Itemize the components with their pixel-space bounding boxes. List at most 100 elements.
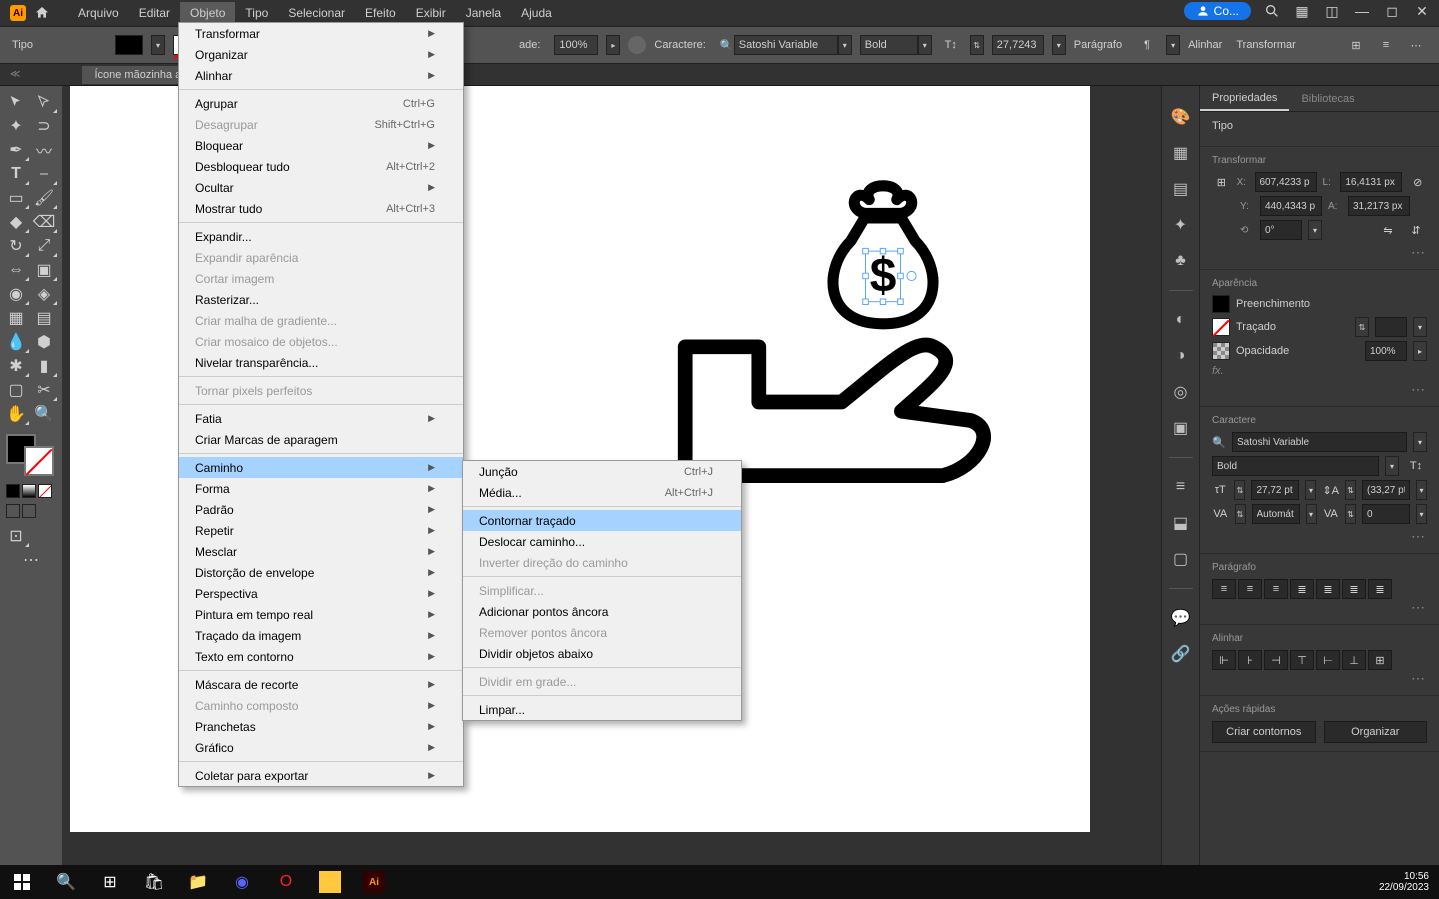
align-v-middle[interactable]: ⊢ (1316, 650, 1340, 670)
transparency-panel-icon[interactable]: ◑ (1170, 345, 1192, 367)
paragrafo-more[interactable]: ⋯ (1212, 599, 1427, 616)
align-h-center[interactable]: ⊦ (1238, 650, 1262, 670)
graphic-styles-icon[interactable]: ▣ (1170, 417, 1192, 439)
artboards-panel-icon[interactable]: ▢ (1170, 548, 1192, 570)
clock[interactable]: 10:56 22/09/2023 (1379, 871, 1437, 893)
asset-export-icon[interactable]: ⬓ (1170, 512, 1192, 534)
menu-item-alinhar[interactable]: Alinhar▶ (179, 65, 463, 86)
close-button[interactable]: ✕ (1413, 2, 1431, 20)
gradient-tool[interactable]: ▤ (30, 306, 58, 330)
menu-item-criar-marcas-de-aparagem[interactable]: Criar Marcas de aparagem (179, 429, 463, 450)
char-size-input[interactable] (1251, 480, 1299, 500)
menu-item-coletar-para-exportar[interactable]: Coletar para exportar▶ (179, 765, 463, 786)
shape-builder-tool[interactable]: ◉ (2, 282, 30, 306)
menu-item-expandir[interactable]: Expandir... (179, 226, 463, 247)
mesh-tool[interactable]: ▦ (2, 306, 30, 330)
link-wh-icon[interactable]: ⊘ (1408, 172, 1427, 192)
menu-item-pranchetas[interactable]: Pranchetas▶ (179, 716, 463, 737)
angle-dropdown[interactable]: ▾ (1308, 220, 1322, 240)
minimize-button[interactable]: — (1353, 2, 1371, 20)
font-weight-dropdown[interactable]: ▾ (918, 35, 932, 55)
menu-item-gr-fico[interactable]: Gráfico▶ (179, 737, 463, 758)
appearance-panel-icon[interactable]: ◎ (1170, 381, 1192, 403)
menu-item-desbloquear-tudo[interactable]: Desbloquear tudoAlt+Ctrl+2 (179, 156, 463, 177)
color-mode-solid[interactable] (6, 484, 20, 498)
zoom-tool[interactable]: 🔍 (30, 402, 58, 426)
selection-tool[interactable] (2, 90, 30, 114)
paragraph-dropdown[interactable]: ▾ (1166, 35, 1180, 55)
justify-left[interactable]: ≣ (1290, 579, 1314, 599)
symbols-panel-icon[interactable]: ✦ (1170, 214, 1192, 236)
gradient-panel-icon[interactable]: ◐ (1170, 309, 1192, 331)
y-input[interactable] (1260, 196, 1322, 216)
column-graph-tool[interactable]: ▮ (30, 354, 58, 378)
symbol-sprayer-tool[interactable]: ✱ (2, 354, 30, 378)
menu-item-caminho[interactable]: Caminho▶ (179, 457, 463, 478)
more-icon[interactable]: ⋯ (1405, 35, 1427, 55)
blend-tool[interactable]: ⬢ (30, 330, 58, 354)
draw-mode-behind[interactable] (22, 504, 36, 518)
home-icon[interactable] (34, 5, 50, 21)
search-icon[interactable] (1263, 2, 1281, 20)
menu-item-distor-o-de-envelope[interactable]: Distorção de envelope▶ (179, 562, 463, 583)
perspective-tool[interactable]: ◈ (30, 282, 58, 306)
brushes-panel-icon[interactable]: ▤ (1170, 178, 1192, 200)
flip-v-icon[interactable]: ⇵ (1405, 220, 1427, 240)
char-size-stepper[interactable]: ⇅ (1234, 480, 1245, 500)
menu-item-deslocar-caminho[interactable]: Deslocar caminho... (463, 531, 741, 552)
a-input[interactable] (1348, 196, 1410, 216)
char-font-weight[interactable] (1212, 456, 1379, 476)
opacity-prop-input[interactable] (1365, 341, 1407, 361)
free-transform-tool[interactable]: ▣ (30, 258, 58, 282)
menu-item-m-scara-de-recorte[interactable]: Máscara de recorte▶ (179, 674, 463, 695)
draw-mode-normal[interactable] (6, 504, 20, 518)
menu-item-organizar[interactable]: Organizar▶ (179, 44, 463, 65)
transformar-more[interactable]: ⋯ (1212, 244, 1427, 261)
stroke-weight-dropdown[interactable]: ▾ (1413, 317, 1427, 337)
align-v-bottom[interactable]: ⊥ (1342, 650, 1366, 670)
leading-dd[interactable]: ▾ (1416, 480, 1427, 500)
menu-tipo[interactable]: Tipo (235, 2, 278, 24)
comments-panel-icon[interactable]: 💬 (1170, 607, 1192, 629)
menu-editar[interactable]: Editar (129, 2, 180, 24)
menu-arquivo[interactable]: Arquivo (68, 2, 129, 24)
x-input[interactable] (1255, 172, 1317, 192)
width-tool[interactable]: ⇔ (2, 258, 30, 282)
char-font-family[interactable] (1232, 432, 1407, 452)
arrange-icon[interactable]: ◫ (1323, 2, 1341, 20)
align-v-top[interactable]: ⊤ (1290, 650, 1314, 670)
justify-center[interactable]: ≣ (1316, 579, 1340, 599)
menu-item-nivelar-transpar-ncia[interactable]: Nivelar transparência... (179, 352, 463, 373)
menu-item-mostrar-tudo[interactable]: Mostrar tudoAlt+Ctrl+3 (179, 198, 463, 219)
menu-item-limpar[interactable]: Limpar... (463, 699, 741, 720)
justify-right[interactable]: ≣ (1342, 579, 1366, 599)
start-button[interactable] (2, 867, 42, 897)
scale-tool[interactable]: ⤢ (30, 234, 58, 258)
tracking-dd[interactable]: ▾ (1416, 504, 1427, 524)
kerning-input[interactable] (1252, 504, 1300, 524)
menu-item-repetir[interactable]: Repetir▶ (179, 520, 463, 541)
menu-item-dividir-objetos-abaixo[interactable]: Dividir objetos abaixo (463, 643, 741, 664)
menu-janela[interactable]: Janela (456, 2, 511, 24)
color-panel-icon[interactable]: 🎨 (1170, 106, 1192, 128)
kerning-stepper[interactable]: ⇅ (1235, 504, 1246, 524)
sticky-notes-icon[interactable] (319, 871, 341, 893)
tracking-input[interactable] (1362, 504, 1410, 524)
search-taskbar-icon[interactable]: 🔍 (46, 867, 86, 897)
color-mode-none[interactable] (38, 484, 52, 498)
stroke-weight-input[interactable] (1375, 317, 1407, 337)
menu-selecionar[interactable]: Selecionar (278, 2, 355, 24)
maximize-button[interactable]: ◻ (1383, 2, 1401, 20)
opera-icon[interactable]: O (266, 867, 306, 897)
workspace-icon[interactable]: ▦ (1293, 2, 1311, 20)
artboard-tool[interactable]: ▢ (2, 378, 30, 402)
paintbrush-tool[interactable]: 🖌 (30, 186, 58, 210)
font-height-icon[interactable]: T↕ (1405, 456, 1427, 476)
screen-mode[interactable]: ⊡ (2, 524, 30, 548)
style-icon[interactable] (628, 36, 646, 54)
opacity-prop-dropdown[interactable]: ▸ (1413, 341, 1427, 361)
menu-item-ocultar[interactable]: Ocultar▶ (179, 177, 463, 198)
menu-item-m-dia[interactable]: Média...Alt+Ctrl+J (463, 482, 741, 503)
reference-point-icon[interactable]: ⊞ (1212, 172, 1231, 192)
stroke-panel-icon[interactable]: ♣ (1170, 250, 1192, 272)
